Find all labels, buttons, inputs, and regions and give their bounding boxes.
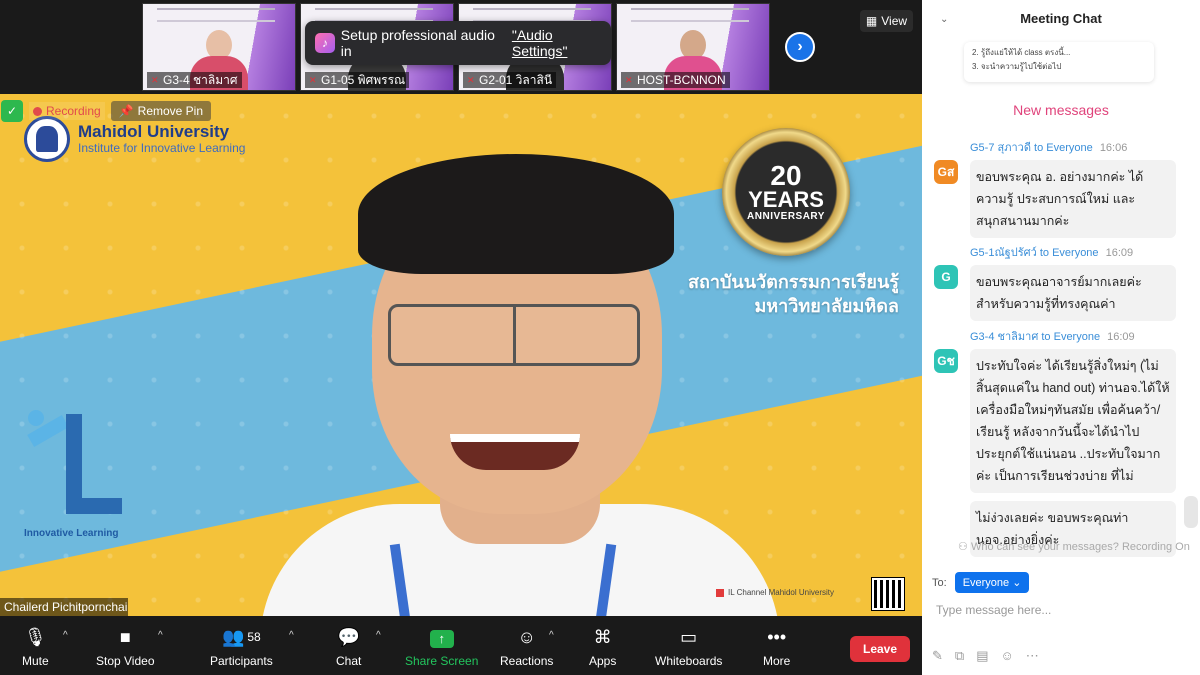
emoji-icon[interactable]: ☺ [1001, 648, 1014, 664]
speaker-name-label: Chailerd Pichitpornchai [0, 598, 128, 616]
people-icon: ⚇ [958, 541, 968, 553]
zoom-meeting-window: ✕ G3-4 ชาลิมาศ ✕ G1-05 พิศพรรณ ✕ G2-01 วิลา [0, 0, 1200, 675]
message-recipient: to Everyone [1039, 247, 1099, 259]
message-recipient: to Everyone [1041, 331, 1101, 343]
meeting-status-badges: ✓ Recording 📌 Remove Pin [0, 100, 212, 122]
innovative-learning-logo [22, 410, 122, 534]
chat-bubble-icon: 💬 [337, 627, 360, 647]
participant-name-label: ✕ G1-05 พิศพรรณ [305, 72, 410, 88]
security-shield-icon[interactable]: ✓ [1, 100, 23, 122]
apps-icon: ⌘ [593, 627, 612, 647]
participant-thumbnail[interactable]: ✕ G3-4 ชาลิมาศ [142, 3, 296, 91]
message-bubble: ประทับใจค่ะ ได้เรียนรู้สิ่งใหม่ๆ (ไม่สิ้… [970, 349, 1176, 493]
participant-name-label: ✕ HOST-BCNNON [621, 72, 730, 88]
next-page-arrow-icon[interactable]: › [785, 32, 815, 62]
pin-icon: 📌 [118, 104, 134, 118]
whiteboard-icon: ▭ [680, 627, 698, 647]
audio-options-caret-icon[interactable]: ^ [63, 630, 68, 641]
remove-pin-button[interactable]: 📌 Remove Pin [110, 101, 212, 121]
stop-video-button[interactable]: ■ Stop Video [96, 620, 155, 672]
smiley-icon: ☺ [517, 627, 536, 647]
message-bubble: ขอบพระคุณอาจารย์มากเลยค่ะ สำหรับความรู้ท… [970, 265, 1176, 321]
reactions-options-caret-icon[interactable]: ^ [549, 630, 554, 641]
participant-name-label: ✕ G2-01 วิลาสินี [463, 72, 557, 88]
participants-count: 58 [247, 630, 261, 644]
chat-message-input[interactable] [936, 600, 1186, 620]
chat-title: Meeting Chat [1020, 10, 1102, 26]
video-pane: ✕ G3-4 ชาลิมาศ ✕ G1-05 พิศพรรณ ✕ G2-01 วิลา [0, 0, 922, 675]
anniversary-badge: 20 YEARS ANNIVERSARY [722, 128, 850, 256]
recording-indicator[interactable]: Recording [29, 102, 105, 120]
message-time: 16:09 [1105, 247, 1134, 259]
message-recipient: to Everyone [1034, 142, 1093, 154]
mahidol-university-logo: Mahidol University Institute for Innovat… [24, 116, 245, 162]
chevron-down-icon: ⌄ [1012, 577, 1022, 589]
grid-view-icon: ▦ [865, 14, 878, 28]
muted-mic-icon: ✕ [151, 75, 159, 85]
chat-options-caret-icon[interactable]: ^ [376, 630, 381, 641]
qr-code [871, 577, 905, 611]
message-time: 16:09 [1107, 331, 1135, 343]
audio-settings-toast[interactable]: ♪ Setup professional audio in "Audio Set… [305, 21, 611, 65]
university-seal-icon [24, 116, 70, 162]
more-options-icon[interactable]: ⋯ [1026, 648, 1039, 664]
participant-thumbnail[interactable]: ✕ HOST-BCNNON [616, 3, 770, 91]
avatar: Gส [934, 160, 958, 184]
chat-button[interactable]: 💬 Chat [336, 620, 361, 672]
whiteboards-button[interactable]: ▭ Whiteboards [655, 620, 722, 672]
recording-dot-icon [33, 106, 42, 116]
view-button[interactable]: ▦ View [860, 10, 913, 32]
music-note-icon: ♪ [315, 33, 335, 53]
new-messages-divider[interactable]: New messages [922, 102, 1200, 118]
participant-name-label: ✕ G3-4 ชาลิมาศ [147, 72, 242, 88]
recipient-dropdown[interactable]: Everyone ⌄ [954, 572, 1030, 593]
file-icon[interactable]: ▤ [976, 648, 988, 664]
channel-tag: IL Channel Mahidol University [716, 588, 834, 597]
more-dots-icon: ••• [767, 627, 787, 647]
chat-message[interactable]: G3-4 ชาลิมาศ to Everyone 16:09 Gช ประทับ… [934, 329, 1194, 557]
format-icon[interactable]: ✎ [932, 648, 943, 664]
speaker-figure [260, 144, 780, 616]
mute-button[interactable]: 🎙 Mute [22, 620, 49, 672]
recipient-row: To: Everyone ⌄ [932, 572, 1030, 593]
muted-mic-icon: ✕ [467, 75, 475, 85]
more-button[interactable]: ••• More [763, 620, 790, 672]
innovative-learning-text: Innovative Learning [24, 528, 119, 539]
participants-button[interactable]: 👥 58 Participants [210, 620, 273, 672]
apps-button[interactable]: ⌘ Apps [589, 620, 616, 672]
avatar: Gช [934, 349, 958, 373]
chat-message[interactable]: G5-7 สุภาวดี to Everyone 16:06 Gส ขอบพระ… [934, 140, 1194, 238]
participant-thumbnail-strip: ✕ G3-4 ชาลิมาศ ✕ G1-05 พิศพรรณ ✕ G2-01 วิลา [0, 0, 922, 94]
avatar: G [934, 265, 958, 289]
video-options-caret-icon[interactable]: ^ [158, 630, 163, 641]
message-sender: G5-1ณัฐปรัศว์ [970, 247, 1037, 259]
participants-icon: 👥 [221, 627, 245, 647]
audio-settings-link[interactable]: "Audio Settings" [512, 27, 611, 59]
chat-message[interactable]: G5-1ณัฐปรัศว์ to Everyone 16:09 G ขอบพระ… [934, 245, 1194, 321]
share-screen-button[interactable]: ↑ Share Screen [405, 620, 478, 672]
channel-logo-icon [716, 588, 724, 597]
active-speaker-video: Mahidol University Institute for Innovat… [0, 94, 922, 616]
message-privacy-notice[interactable]: ⚇ Who can see your messages? Recording O… [958, 540, 1200, 553]
meeting-toolbar: 🎙 Mute ^ ■ Stop Video ^ 👥 58 Participants… [0, 616, 922, 675]
chat-scrollbar[interactable] [1184, 496, 1198, 528]
message-sender: G3-4 ชาลิมาศ [970, 331, 1039, 343]
chat-tools-row: ✎ ⧉ ▤ ☺ ⋯ [932, 648, 1039, 664]
share-screen-icon: ↑ [429, 630, 454, 648]
participants-options-caret-icon[interactable]: ^ [289, 630, 294, 641]
reactions-button[interactable]: ☺ Reactions [500, 620, 553, 672]
previous-message-fragment: 2. รู้ถึงแย่ให้ได้ class ตรงนี้... 3. จะ… [964, 42, 1154, 82]
glasses [388, 304, 640, 366]
message-sender: G5-7 สุภาวดี [970, 142, 1031, 154]
screenshot-icon[interactable]: ⧉ [955, 648, 964, 664]
meeting-chat-panel: ⌄ Meeting Chat 2. รู้ถึงแย่ให้ได้ class … [922, 0, 1200, 675]
video-camera-icon: ■ [119, 627, 131, 647]
microphone-icon: 🎙 [23, 627, 47, 647]
message-bubble: ขอบพระคุณ อ. อย่างมากค่ะ ได้ความรู้ ประส… [970, 160, 1176, 238]
muted-mic-icon: ✕ [625, 75, 633, 85]
leave-button[interactable]: Leave [850, 636, 910, 662]
message-time: 16:06 [1099, 142, 1128, 154]
muted-mic-icon: ✕ [309, 75, 317, 85]
